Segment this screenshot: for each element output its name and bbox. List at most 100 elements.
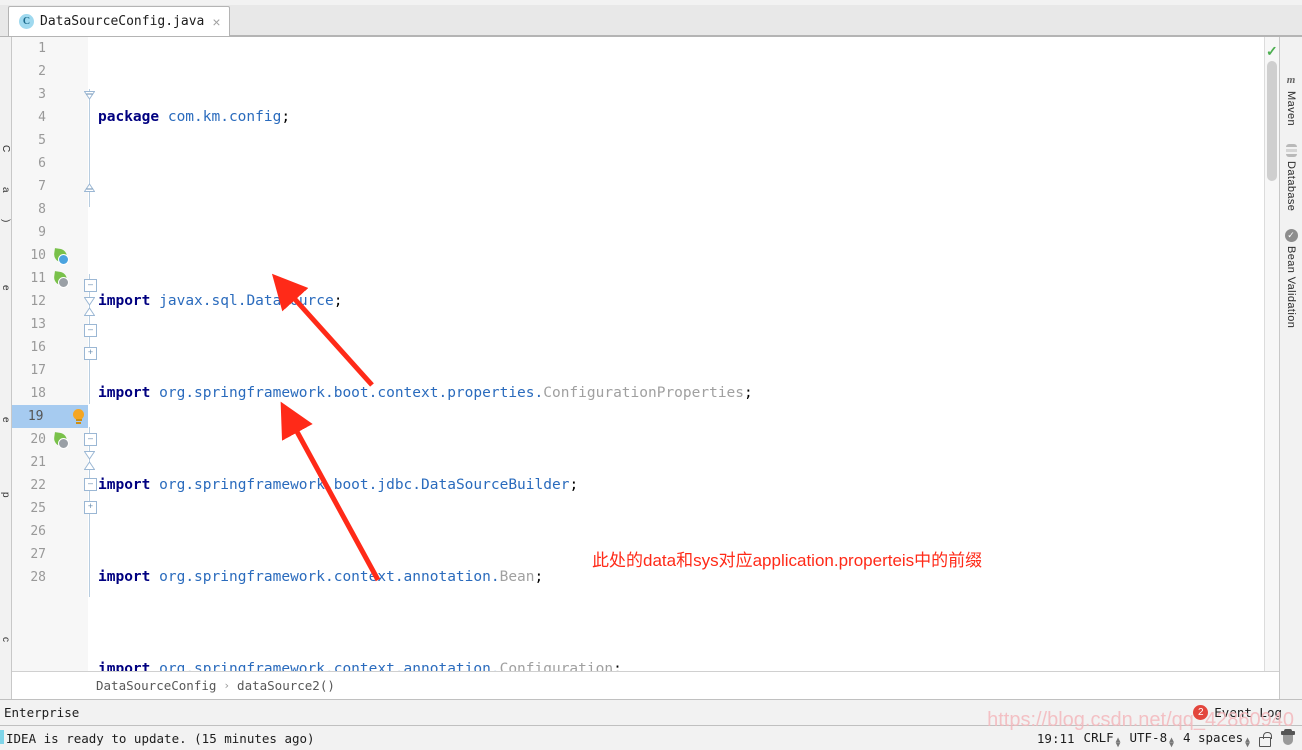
line-separator-value: CRLF: [1083, 729, 1114, 745]
line-number: 26: [30, 524, 46, 539]
editor-tab-strip: C DataSourceConfig.java ×: [0, 0, 1302, 37]
gutter-line: 2: [12, 60, 88, 83]
intention-bulb-icon[interactable]: [69, 405, 88, 428]
line-number: 10: [30, 248, 46, 263]
code-line-4: import org.springframework.boot.context.…: [98, 385, 753, 401]
gutter-line: 27: [12, 543, 88, 566]
event-log-label: Event Log: [1214, 705, 1282, 720]
detective-hector-icon[interactable]: [1280, 728, 1296, 746]
line-number: 12: [30, 294, 46, 309]
maven-icon: m: [1286, 74, 1296, 86]
tool-tab-database[interactable]: Database: [1285, 144, 1297, 211]
spring-bean-method-icon[interactable]: [50, 428, 70, 451]
kw-import: import: [98, 569, 151, 585]
tool-tab-label: Maven: [1285, 91, 1297, 127]
line-number: 25: [30, 501, 46, 516]
gutter-line: 28: [12, 566, 88, 589]
line-number: 9: [38, 225, 46, 240]
breadcrumb-method[interactable]: dataSource2(): [237, 678, 335, 693]
gutter-line: 9: [12, 221, 88, 244]
kw-import: import: [98, 293, 151, 309]
gutter-line: 6: [12, 152, 88, 175]
kw-import: import: [98, 661, 151, 671]
right-tool-window-bar: m Maven Database ✓ Bean Validation: [1279, 37, 1302, 699]
spring-bean-method-icon[interactable]: [50, 267, 70, 290]
enterprise-label: Enterprise: [4, 705, 80, 720]
gutter-line: 10: [12, 244, 88, 267]
import-package: org.springframework.boot.jdbc.: [159, 477, 422, 493]
tool-tab-bean-validation[interactable]: ✓ Bean Validation: [1284, 229, 1298, 329]
tab-filename: DataSourceConfig.java: [40, 14, 205, 29]
line-number: 28: [30, 570, 46, 585]
code-line-1: package com.km.config;: [98, 109, 291, 125]
ide-window: C DataSourceConfig.java × C a ) e e p c …: [0, 0, 1302, 750]
line-number: 13: [30, 317, 46, 332]
line-number: 7: [38, 179, 46, 194]
gutter-line: 8: [12, 198, 88, 221]
import-package: org.springframework.boot.context.propert…: [159, 385, 544, 401]
gutter-line-current: 19: [12, 405, 88, 428]
gutter-line: 20: [12, 428, 88, 451]
kw-import: import: [98, 477, 151, 493]
code-line-6: import org.springframework.context.annot…: [98, 569, 544, 585]
gutter-line: 3: [12, 83, 88, 106]
breadcrumb-separator: ›: [223, 679, 231, 692]
line-number: 4: [38, 110, 46, 125]
enterprise-bar: Enterprise 2 Event Log: [0, 699, 1302, 725]
gutter-line: 7: [12, 175, 88, 198]
line-number: 16: [30, 340, 46, 355]
line-number: 21: [30, 455, 46, 470]
tool-tab-label: Bean Validation: [1285, 246, 1297, 329]
gutter-line: 16: [12, 336, 88, 359]
line-number: 8: [38, 202, 46, 217]
indent-value: 4 spaces: [1182, 729, 1244, 745]
event-log-button[interactable]: 2 Event Log: [1193, 705, 1282, 720]
chevron-updown-icon: ▲ ▼: [1169, 734, 1174, 749]
code-line-5: import org.springframework.boot.jdbc.Dat…: [98, 477, 579, 493]
gutter-line: 26: [12, 520, 88, 543]
unlocked-icon[interactable]: [1259, 731, 1272, 747]
line-number: 3: [38, 87, 46, 102]
database-icon: [1285, 144, 1297, 158]
line-separator-selector[interactable]: CRLF ▲ ▼: [1083, 729, 1121, 749]
breadcrumb[interactable]: DataSourceConfig › dataSource2(): [12, 671, 1279, 699]
gutter-line: 12: [12, 290, 88, 313]
left-tool-strip[interactable]: C a ) e e p c: [0, 37, 12, 699]
editor-marker-scrollbar[interactable]: ✓: [1264, 37, 1279, 671]
editor-body: C a ) e e p c 1 2 3 4 5 6 7 8 9 10 11 12…: [0, 37, 1302, 699]
close-icon[interactable]: ×: [210, 15, 220, 29]
breadcrumb-class[interactable]: DataSourceConfig: [96, 678, 216, 693]
scrollbar-thumb[interactable]: [1267, 61, 1277, 181]
status-bar-right: 19:11 CRLF ▲ ▼ UTF-8 ▲ ▼ 4 spaces ▲ ▼: [1036, 728, 1296, 749]
encoding-selector[interactable]: UTF-8 ▲ ▼: [1129, 729, 1174, 749]
ok-check-icon[interactable]: ✓: [1266, 43, 1278, 60]
code-text-area[interactable]: package com.km.config; import javax.sql.…: [88, 37, 1264, 671]
code-line-3: import javax.sql.DataSource;: [98, 293, 343, 309]
package-name: com.km.config: [167, 109, 282, 125]
import-class: DataSource: [246, 293, 334, 309]
editor-gutter[interactable]: 1 2 3 4 5 6 7 8 9 10 11 12 13 16 17 18 1…: [12, 37, 97, 671]
editor-tab-datasourceconfig[interactable]: C DataSourceConfig.java ×: [8, 6, 230, 36]
import-class: Bean: [499, 569, 535, 585]
spring-bean-class-icon[interactable]: [50, 244, 70, 267]
gutter-line: 21: [12, 451, 88, 474]
chevron-updown-icon: ▲ ▼: [1115, 734, 1121, 749]
encoding-value: UTF-8: [1129, 729, 1168, 745]
status-time: 19:11: [1036, 730, 1075, 746]
line-number: 1: [38, 41, 46, 56]
indent-selector[interactable]: 4 spaces ▲ ▼: [1182, 729, 1250, 749]
editor-canvas[interactable]: 1 2 3 4 5 6 7 8 9 10 11 12 13 16 17 18 1…: [12, 37, 1279, 671]
line-number: 27: [30, 547, 46, 562]
line-number: 2: [38, 64, 46, 79]
line-number: 18: [30, 386, 46, 401]
gutter-line: 17: [12, 359, 88, 382]
gutter-line: 18: [12, 382, 88, 405]
import-class: DataSourceBuilder: [421, 477, 570, 493]
import-package: javax.sql.: [159, 293, 247, 309]
line-number: 11: [30, 271, 46, 286]
gutter-line: 4: [12, 106, 88, 129]
tool-tab-maven[interactable]: m Maven: [1284, 73, 1298, 126]
tool-tab-label: Database: [1285, 161, 1297, 212]
line-number: 20: [30, 432, 46, 447]
